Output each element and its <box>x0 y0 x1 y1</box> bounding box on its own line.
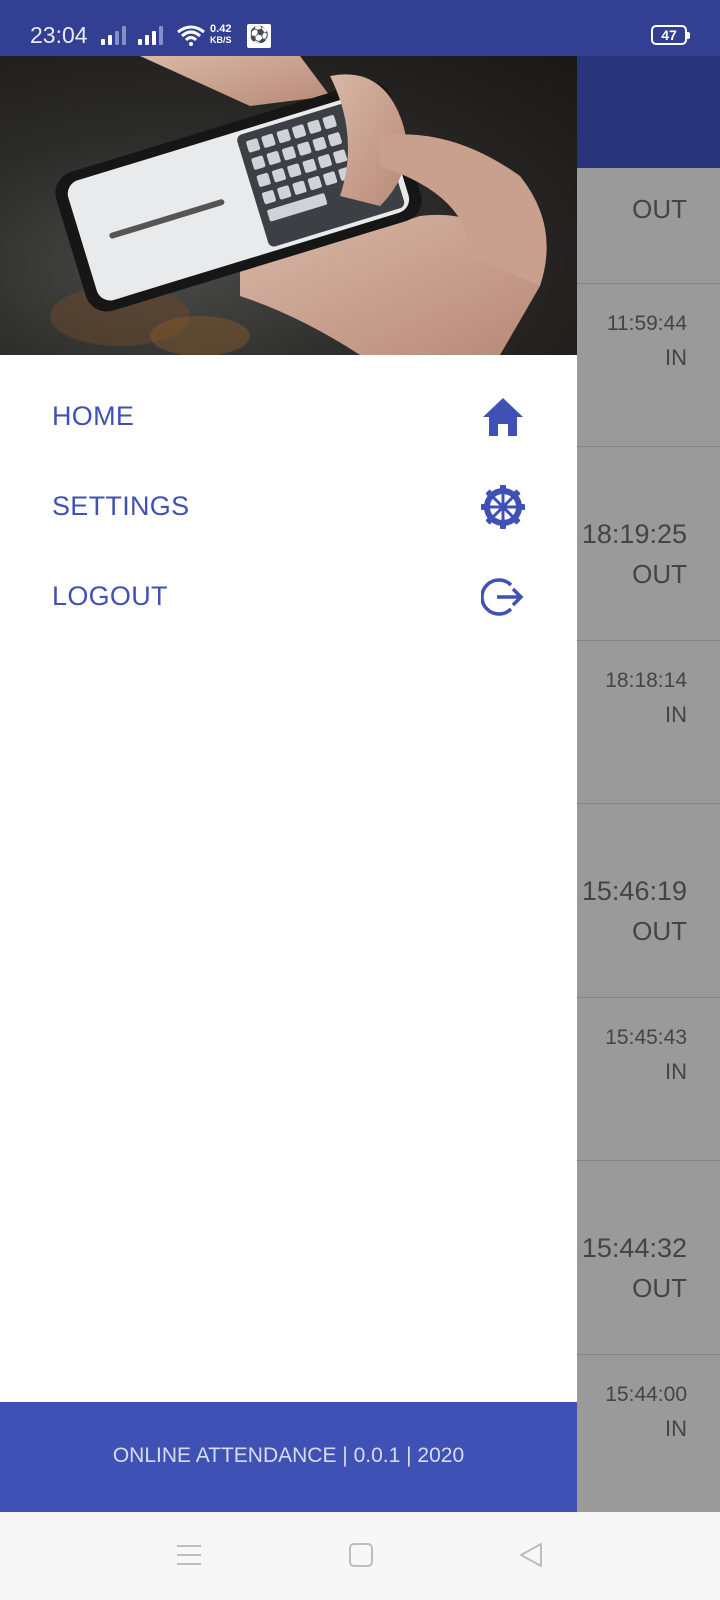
navigation-drawer: HOME SETTINGS LOGOUT ONLINE ATTENDANCE |… <box>0 56 577 1512</box>
direction-label: OUT <box>632 916 687 946</box>
back-icon[interactable] <box>518 1542 544 1568</box>
direction-label: OUT <box>632 1273 687 1303</box>
network-speed: 0.42 KB/S <box>210 23 232 46</box>
menu-item-settings[interactable]: SETTINGS <box>0 467 577 547</box>
drawer-header-image <box>0 56 577 355</box>
menu-item-label: SETTINGS <box>52 491 190 521</box>
phone-in-hands-image <box>50 56 547 355</box>
direction-label: OUT <box>632 194 687 224</box>
direction-label: OUT <box>632 559 687 589</box>
signal-1-icon <box>101 25 126 45</box>
system-nav-bar <box>0 1512 720 1600</box>
time-label: 15:46:19 <box>581 876 687 906</box>
app-version-label: ONLINE ATTENDANCE | 0.0.1 | 2020 <box>112 1444 465 1467</box>
direction-label: IN <box>665 345 687 370</box>
drawer-footer: ONLINE ATTENDANCE | 0.0.1 | 2020 <box>0 1402 577 1512</box>
recent-apps-icon[interactable] <box>176 1542 202 1568</box>
home-icon <box>483 398 523 436</box>
direction-label: IN <box>665 1416 687 1441</box>
status-bar: 23:04 0.42 KB/S ⚽ 47 <box>0 0 720 56</box>
battery-level: 47 <box>661 27 677 43</box>
time-label: 18:18:14 <box>605 669 687 692</box>
notification-app-icon: ⚽ <box>247 24 271 48</box>
direction-label: IN <box>665 1059 687 1084</box>
menu-item-label: HOME <box>52 401 135 431</box>
settings-gear-icon <box>481 485 525 529</box>
logout-icon <box>481 578 524 616</box>
wifi-icon <box>177 25 205 46</box>
menu-item-logout[interactable]: LOGOUT <box>0 557 577 637</box>
battery-icon: 47 <box>651 25 690 45</box>
menu-item-home[interactable]: HOME <box>0 377 577 457</box>
direction-label: IN <box>665 702 687 727</box>
time-label: 15:44:32 <box>581 1233 687 1263</box>
menu-item-label: LOGOUT <box>52 581 168 611</box>
time-label: 15:44:00 <box>605 1383 687 1406</box>
time-label: 15:45:43 <box>605 1026 687 1049</box>
time-label: 11:59:44 <box>606 312 687 335</box>
clock: 23:04 <box>30 22 88 48</box>
signal-2-icon <box>138 25 163 45</box>
home-nav-icon[interactable] <box>348 1542 374 1568</box>
time-label: 18:19:25 <box>581 519 687 549</box>
